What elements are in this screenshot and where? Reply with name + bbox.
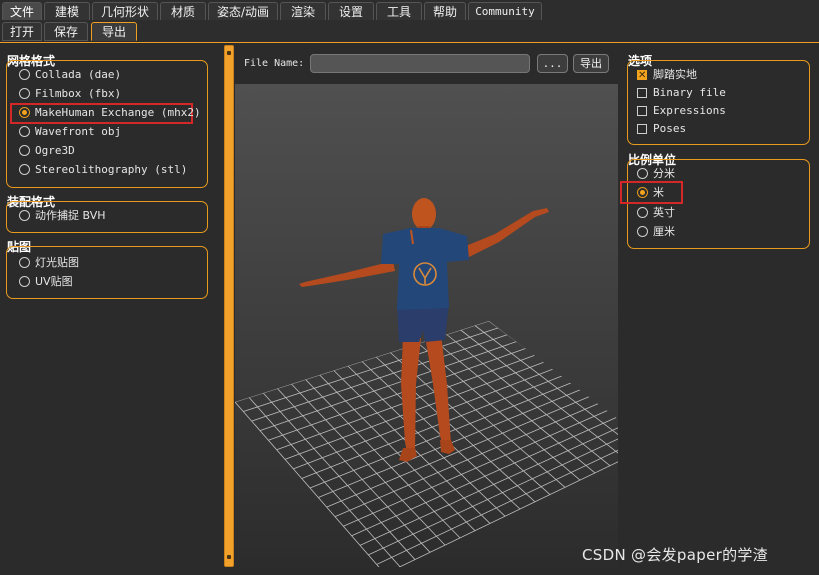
option-label: 英寸 <box>653 206 675 219</box>
highlight-box <box>620 181 683 204</box>
radio-button[interactable] <box>19 210 30 221</box>
option-label: UV贴图 <box>35 275 73 288</box>
slider-grip-icon[interactable] <box>227 51 231 55</box>
option-label: MakeHuman Exchange (mhx2) <box>35 106 201 119</box>
radio-button[interactable] <box>19 276 30 287</box>
radio-button[interactable] <box>19 126 30 137</box>
option-label: 米 <box>653 186 664 199</box>
watermark-text: CSDN @会发paper的学渣 <box>582 546 768 564</box>
option-label: Expressions <box>653 104 726 117</box>
radio-button[interactable] <box>19 88 30 99</box>
viewport-scene <box>235 198 618 567</box>
option-label: 灯光贴图 <box>35 256 79 269</box>
checkbox-checked[interactable] <box>637 67 647 85</box>
tab-material[interactable]: 材质 <box>160 2 206 20</box>
radio-button[interactable] <box>19 69 30 80</box>
tab-file[interactable]: 文件 <box>2 2 42 20</box>
radio-button-selected[interactable] <box>637 187 648 198</box>
file-sub-tab-bar: 打开 保存 导出 <box>0 21 819 43</box>
main-tab-bar: 文件 建模 几何形状 材质 姿态/动画 渲染 设置 工具 帮助 Communit… <box>0 0 819 22</box>
checkbox[interactable] <box>637 88 647 98</box>
radio-button[interactable] <box>637 168 648 179</box>
option-label: Wavefront obj <box>35 125 122 138</box>
radio-button[interactable] <box>19 145 30 156</box>
option-label: Binary file <box>653 86 726 99</box>
floor-grid <box>235 321 618 567</box>
option-label: 厘米 <box>653 225 675 238</box>
radio-button-selected[interactable] <box>19 107 30 118</box>
tab-geometry[interactable]: 几何形状 <box>92 2 158 20</box>
option-label: Filmbox (fbx) <box>35 87 122 100</box>
tab-help[interactable]: 帮助 <box>424 2 466 20</box>
tab-rendering[interactable]: 渲染 <box>280 2 326 20</box>
option-label: Poses <box>653 122 687 135</box>
option-label: Stereolithography (stl) <box>35 163 188 176</box>
tab-pose-animate[interactable]: 姿态/动画 <box>208 2 278 20</box>
option-label: 动作捕捉 BVH <box>35 209 106 222</box>
vertical-slider[interactable] <box>224 45 234 567</box>
option-label: Ogre3D <box>35 144 75 157</box>
radio-button[interactable] <box>19 257 30 268</box>
tab-export[interactable]: 导出 <box>91 22 137 41</box>
tab-utilities[interactable]: 工具 <box>376 2 422 20</box>
browse-button[interactable]: ... <box>537 54 568 73</box>
radio-button[interactable] <box>19 164 30 175</box>
option-label: 脚踏实地 <box>653 68 697 81</box>
tab-community[interactable]: Community <box>468 2 542 20</box>
checkbox[interactable] <box>637 124 647 134</box>
file-name-label: File Name: <box>244 58 305 69</box>
tab-load[interactable]: 打开 <box>2 22 42 41</box>
radio-button[interactable] <box>637 226 648 237</box>
radio-button[interactable] <box>637 207 648 218</box>
export-button[interactable]: 导出 <box>573 54 609 73</box>
checkbox[interactable] <box>637 106 647 116</box>
tab-modelling[interactable]: 建模 <box>44 2 90 20</box>
tab-settings[interactable]: 设置 <box>328 2 374 20</box>
slider-grip-icon[interactable] <box>227 555 231 559</box>
3d-viewport[interactable] <box>235 84 618 567</box>
file-name-input[interactable] <box>310 54 530 73</box>
option-label: Collada (dae) <box>35 68 122 81</box>
tab-save[interactable]: 保存 <box>44 22 88 41</box>
